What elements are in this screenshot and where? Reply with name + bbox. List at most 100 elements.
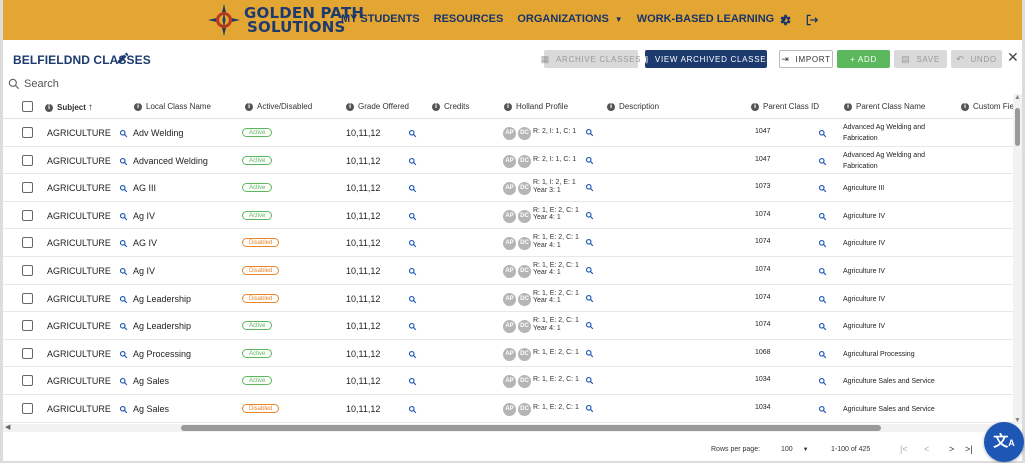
next-page-icon[interactable]: > (949, 444, 954, 454)
dc-badge[interactable]: DC (518, 264, 531, 278)
row-checkbox[interactable] (22, 127, 33, 138)
last-page-icon[interactable]: >| (965, 444, 973, 454)
dc-badge[interactable]: DC (518, 182, 531, 196)
local-class-name-cell[interactable]: Advanced Welding (133, 156, 208, 166)
dc-badge[interactable]: DC (518, 154, 531, 168)
grade-offered-cell[interactable]: 10,11,12 (346, 183, 380, 193)
ap-badge[interactable]: AP (503, 375, 516, 389)
local-class-search-icon[interactable] (119, 184, 128, 193)
grade-offered-cell[interactable]: 10,11,12 (346, 349, 380, 359)
grade-search-icon[interactable] (408, 212, 417, 221)
info-icon[interactable]: i (45, 103, 53, 112)
column-header-parent-class-name[interactable]: i Parent Class Name (844, 102, 925, 111)
local-class-search-icon[interactable] (119, 129, 128, 138)
grade-offered-cell[interactable]: 10,11,12 (346, 156, 380, 166)
table-row[interactable]: AGRICULTURE Ag Processing Active 10,11,12 AP… (3, 340, 1013, 368)
parent-class-search-icon[interactable] (818, 405, 827, 414)
holland-search-icon[interactable] (585, 321, 594, 330)
status-badge[interactable]: Active (242, 183, 273, 193)
grade-offered-cell[interactable]: 10,11,12 (346, 266, 380, 276)
holland-profile-cell[interactable]: R: 1, I: 2, E: 1 Year 3: 1 (533, 179, 576, 194)
first-page-icon[interactable]: |< (900, 444, 908, 454)
column-header-active-disabled[interactable]: i Active/Disabled (245, 102, 312, 111)
holland-search-icon[interactable] (585, 156, 594, 165)
info-icon[interactable]: i (134, 102, 142, 111)
parent-class-search-icon[interactable] (818, 239, 827, 248)
row-checkbox[interactable] (22, 320, 33, 332)
previous-page-icon[interactable]: < (924, 444, 929, 454)
status-badge[interactable]: Active (242, 128, 273, 137)
local-class-name-cell[interactable]: Adv Welding (133, 128, 183, 138)
holland-profile-cell[interactable]: R: 1, E: 2, C: 1 (533, 349, 579, 357)
table-row[interactable]: AGRICULTURE Advanced Welding Active 10,11,1… (3, 147, 1013, 175)
row-checkbox[interactable] (22, 292, 33, 304)
close-icon[interactable]: ✕ (1007, 49, 1019, 66)
save-button[interactable]: ▤ SAVE (894, 50, 947, 68)
holland-search-icon[interactable] (585, 266, 594, 275)
local-class-name-cell[interactable]: AG III (133, 183, 156, 193)
grade-offered-cell[interactable]: 10,11,12 (346, 376, 380, 386)
grade-search-icon[interactable] (408, 350, 417, 359)
ap-badge[interactable]: AP (503, 154, 516, 168)
search-input[interactable] (24, 78, 424, 90)
info-icon[interactable]: i (504, 102, 512, 111)
translate-icon[interactable]: 文A (984, 422, 1024, 462)
holland-profile-cell[interactable]: R: 1, E: 2, C: 1 Year 4: 1 (533, 234, 579, 249)
info-icon[interactable]: i (961, 102, 969, 111)
import-button[interactable]: ⇥ IMPORT (779, 50, 833, 68)
table-row[interactable]: AGRICULTURE Ag IV Active 10,11,12 AP DC R: 1, … (3, 202, 1013, 230)
grade-offered-cell[interactable]: 10,11,12 (346, 404, 380, 414)
grade-search-icon[interactable] (408, 239, 417, 248)
info-icon[interactable]: i (245, 102, 253, 111)
dc-badge[interactable]: DC (518, 292, 531, 306)
parent-class-search-icon[interactable] (818, 377, 827, 386)
horizontal-scrollbar[interactable]: ◀ (3, 424, 1013, 432)
add-button[interactable]: + ADD (837, 50, 890, 68)
nav-item-work-based-learning[interactable]: WORK-BASED LEARNING ▼ (637, 13, 788, 25)
status-badge[interactable]: Disabled (242, 293, 280, 303)
dc-badge[interactable]: DC (518, 320, 531, 334)
grade-search-icon[interactable] (408, 267, 417, 276)
status-badge[interactable]: Disabled (242, 238, 280, 248)
row-checkbox[interactable] (22, 347, 33, 359)
holland-search-icon[interactable] (585, 294, 594, 303)
local-class-name-cell[interactable]: Ag Leadership (133, 294, 191, 304)
ap-badge[interactable]: AP (503, 320, 516, 334)
status-badge[interactable]: Active (242, 155, 273, 165)
row-checkbox[interactable] (22, 375, 33, 387)
local-class-name-cell[interactable]: Ag IV (133, 266, 155, 276)
parent-class-search-icon[interactable] (818, 212, 827, 221)
vertical-scroll-thumb[interactable] (1015, 108, 1020, 146)
status-badge[interactable]: Active (242, 376, 273, 386)
table-row[interactable]: AGRICULTURE Ag Leadership Disabled 10,11,12… (3, 285, 1013, 313)
holland-profile-cell[interactable]: R: 1, E: 2, C: 1 Year 4: 1 (533, 262, 579, 277)
parent-class-search-icon[interactable] (818, 350, 827, 359)
table-row[interactable]: AGRICULTURE Ag Sales Active 10,11,12 AP DC R: … (3, 367, 1013, 395)
row-checkbox[interactable] (22, 154, 33, 166)
grade-offered-cell[interactable]: 10,11,12 (346, 321, 380, 331)
nav-item-my-students[interactable]: MY STUDENTS (341, 13, 420, 25)
local-class-name-cell[interactable]: Ag Leadership (133, 321, 191, 331)
local-class-search-icon[interactable] (119, 322, 128, 331)
local-class-name-cell[interactable]: Ag Processing (133, 349, 191, 359)
local-class-search-icon[interactable] (119, 350, 128, 359)
parent-class-search-icon[interactable] (818, 184, 827, 193)
table-row[interactable]: AGRICULTURE Adv Welding Active 10,11,12 AP DC… (3, 119, 1013, 147)
table-row[interactable]: AGRICULTURE AG IV Disabled 10,11,12 AP DC R: 1… (3, 229, 1013, 257)
parent-class-search-icon[interactable] (818, 267, 827, 276)
ap-badge[interactable]: AP (503, 182, 516, 196)
nav-item-resources[interactable]: RESOURCES (434, 13, 504, 25)
select-all-checkbox[interactable] (22, 101, 33, 112)
grade-offered-cell[interactable]: 10,11,12 (346, 211, 380, 221)
column-header-description[interactable]: i Description (607, 102, 659, 111)
grade-search-icon[interactable] (408, 322, 417, 331)
grade-offered-cell[interactable]: 10,11,12 (346, 294, 380, 304)
row-checkbox[interactable] (22, 209, 33, 221)
local-class-name-cell[interactable]: Ag Sales (133, 376, 169, 386)
grade-search-icon[interactable] (408, 295, 417, 304)
horizontal-scroll-thumb[interactable] (181, 425, 881, 431)
info-icon[interactable]: i (346, 102, 354, 111)
local-class-name-cell[interactable]: Ag IV (133, 211, 155, 221)
ap-badge[interactable]: AP (503, 292, 516, 306)
dc-badge[interactable]: DC (518, 347, 531, 361)
